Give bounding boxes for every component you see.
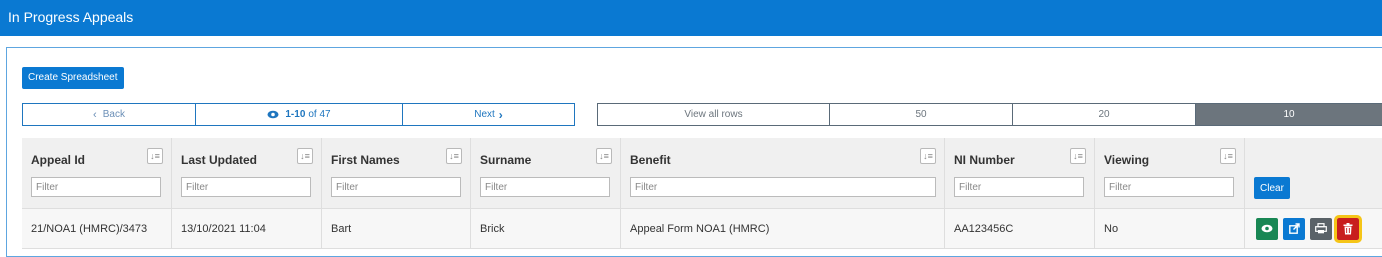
sort-icon[interactable]: ↓≡	[1070, 148, 1086, 164]
sort-icon[interactable]: ↓≡	[920, 148, 936, 164]
eye-icon	[267, 110, 279, 119]
filter-benefit[interactable]	[630, 177, 936, 197]
cell-last-updated: 13/10/2021 11:04	[172, 209, 322, 248]
next-label: Next	[474, 109, 495, 120]
sort-icon[interactable]: ↓≡	[446, 148, 462, 164]
back-label: Back	[102, 109, 125, 120]
appeals-panel: Create Spreadsheet ‹ Back 1-10 of 47 Nex…	[6, 47, 1382, 257]
column-label: Last Updated	[181, 153, 258, 167]
column-ni-number: NI Number ↓≡	[945, 138, 1095, 208]
appeals-table: Appeal Id ↓≡ Last Updated ↓≡ First Names…	[22, 138, 1382, 249]
next-button[interactable]: Next ›	[403, 104, 574, 125]
eye-icon	[1261, 224, 1273, 233]
cell-surname: Brick	[471, 209, 621, 248]
share-icon	[1288, 223, 1300, 234]
delete-button[interactable]	[1334, 214, 1362, 243]
column-label: Surname	[480, 153, 532, 167]
open-button[interactable]	[1283, 217, 1305, 240]
sort-icon[interactable]: ↓≡	[147, 148, 163, 164]
pagination: ‹ Back 1-10 of 47 Next ›	[22, 103, 575, 126]
column-last-updated: Last Updated ↓≡	[172, 138, 322, 208]
column-label: Viewing	[1104, 153, 1150, 167]
column-label: Appeal Id	[31, 153, 86, 167]
clear-filters-button[interactable]: Clear	[1254, 177, 1290, 199]
filter-ni-number[interactable]	[954, 177, 1084, 197]
sort-icon[interactable]: ↓≡	[297, 148, 313, 164]
rows-per-page-selector: View all rows 50 20 10	[597, 103, 1382, 126]
trash-icon	[1343, 222, 1353, 234]
column-appeal-id: Appeal Id ↓≡	[22, 138, 172, 208]
rows-option-20[interactable]: 20	[1013, 104, 1196, 125]
page-title: In Progress Appeals	[8, 9, 134, 25]
page-range: 1-10 of 47	[196, 104, 403, 125]
print-icon	[1315, 223, 1327, 234]
row-actions	[1245, 209, 1382, 248]
rows-option-10[interactable]: 10	[1196, 104, 1382, 125]
column-first-names: First Names ↓≡	[322, 138, 471, 208]
create-spreadsheet-button[interactable]: Create Spreadsheet	[22, 67, 124, 89]
column-benefit: Benefit ↓≡	[621, 138, 945, 208]
sort-icon[interactable]: ↓≡	[596, 148, 612, 164]
of-total: of 47	[308, 109, 331, 120]
chevron-right-icon: ›	[498, 107, 503, 122]
page-title-bar: In Progress Appeals	[0, 0, 1382, 36]
chevron-left-icon: ‹	[93, 108, 97, 121]
rows-option-all[interactable]: View all rows	[598, 104, 830, 125]
filter-last-updated[interactable]	[181, 177, 311, 197]
table-header: Appeal Id ↓≡ Last Updated ↓≡ First Names…	[22, 138, 1382, 209]
column-surname: Surname ↓≡	[471, 138, 621, 208]
column-actions: Clear	[1245, 138, 1382, 208]
view-button[interactable]	[1256, 217, 1278, 240]
cell-appeal-id: 21/NOA1 (HMRC)/3473	[22, 209, 172, 248]
back-button[interactable]: ‹ Back	[23, 104, 196, 125]
range-text: 1-10	[285, 109, 306, 120]
filter-first-names[interactable]	[331, 177, 461, 197]
cell-first-names: Bart	[322, 209, 471, 248]
sort-icon[interactable]: ↓≡	[1220, 148, 1236, 164]
table-row[interactable]: 21/NOA1 (HMRC)/3473 13/10/2021 11:04 Bar…	[22, 209, 1382, 249]
column-label: NI Number	[954, 153, 1015, 167]
filter-surname[interactable]	[480, 177, 610, 197]
cell-viewing: No	[1095, 209, 1245, 248]
column-label: Benefit	[630, 153, 671, 167]
cell-ni-number: AA123456C	[945, 209, 1095, 248]
column-viewing: Viewing ↓≡	[1095, 138, 1245, 208]
filter-appeal-id[interactable]	[31, 177, 161, 197]
cell-benefit: Appeal Form NOA1 (HMRC)	[621, 209, 945, 248]
print-button[interactable]	[1310, 217, 1332, 240]
rows-option-50[interactable]: 50	[830, 104, 1013, 125]
column-label: First Names	[331, 153, 400, 167]
filter-viewing[interactable]	[1104, 177, 1234, 197]
